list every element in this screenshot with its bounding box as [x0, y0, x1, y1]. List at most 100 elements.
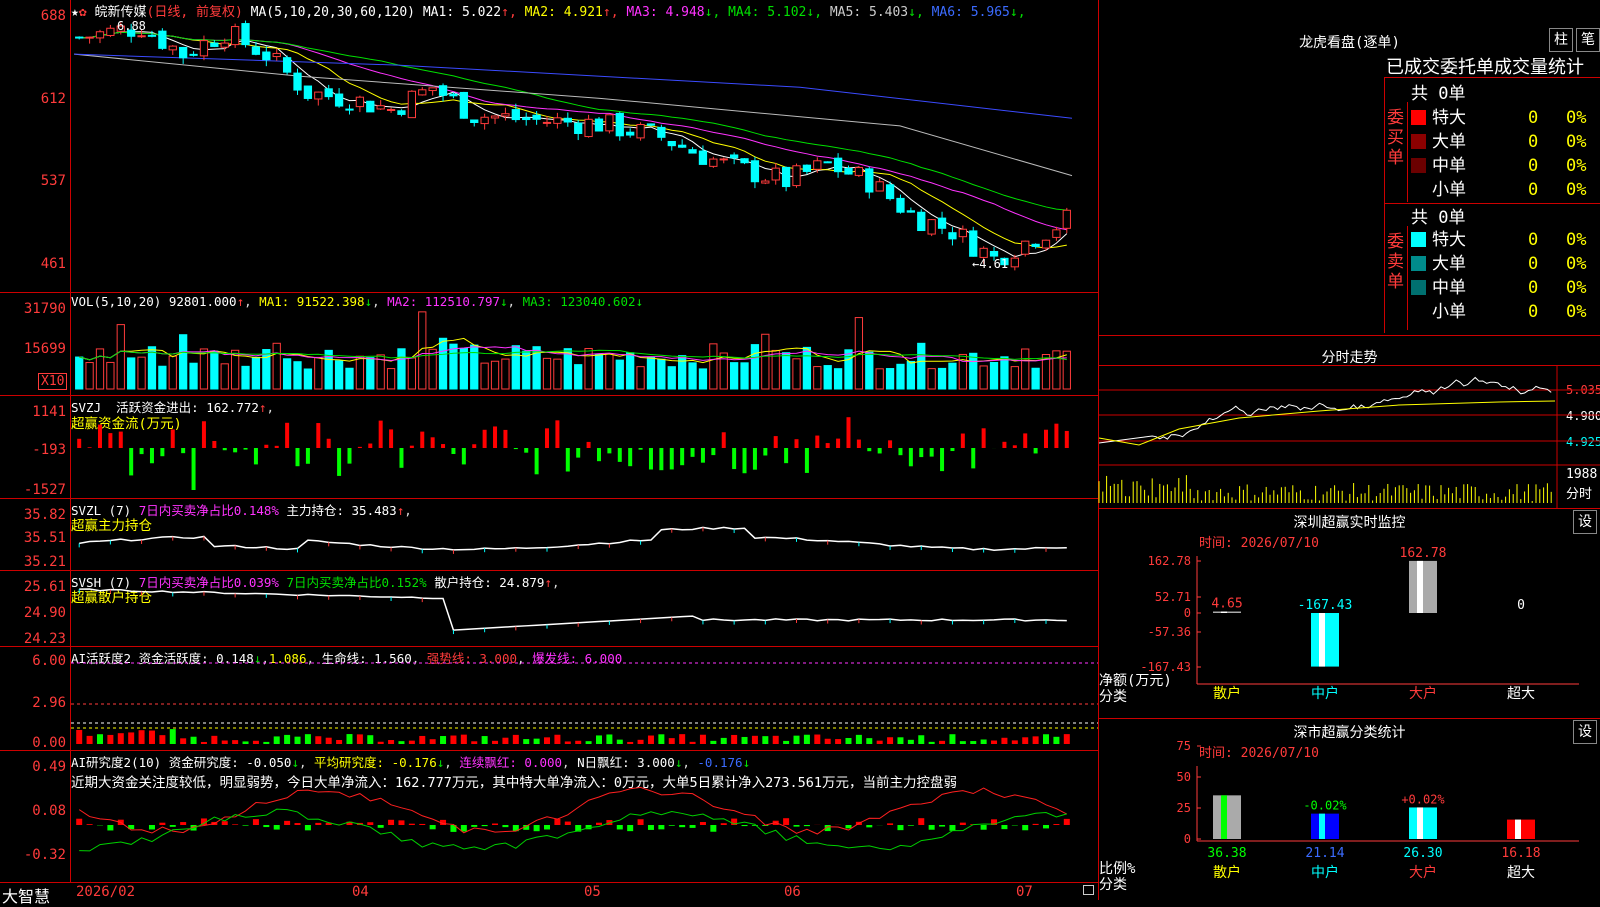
candle-up — [793, 166, 800, 186]
activity-bar — [191, 737, 197, 744]
research-bar — [565, 822, 571, 825]
activity-bar — [1043, 734, 1049, 744]
kline-pane[interactable]: 688 612 537 461 ★✿ 皖新传媒(日线, 前复权) MA(5,10… — [0, 0, 1098, 292]
research-bar — [794, 825, 800, 827]
tick-mode-button[interactable]: 笔 — [1576, 28, 1600, 52]
research-line-red — [79, 787, 1067, 834]
vol-bar-up — [315, 357, 322, 389]
activity-bar — [835, 739, 841, 744]
research-bar — [897, 825, 903, 830]
vol-bar-down — [242, 366, 249, 389]
sz-class-chart[interactable]: 755025036.38散户21.14-0.02%中户26.30+0.02%大户… — [1099, 718, 1600, 900]
research-bar — [960, 823, 966, 825]
activity-bar — [305, 734, 311, 744]
svzj-chart[interactable] — [0, 396, 1098, 499]
svzl-pane[interactable]: 35.82 35.51 35.21 SVZL (7) 7日内买卖净占比0.148… — [0, 498, 1098, 571]
activity-bar — [326, 738, 332, 744]
lhb-row-name: 小单 — [1432, 297, 1528, 322]
candle-down — [252, 47, 259, 54]
lhb-row: 特大00% — [1411, 103, 1586, 127]
bar-category-label: 大户 — [1409, 685, 1437, 702]
svzj-pane[interactable]: 1141 -193 -1527 SVZJ 活跃资金进出: 162.772↑, 超… — [0, 395, 1098, 499]
lock-icon[interactable] — [1083, 885, 1094, 895]
candle-up — [408, 91, 415, 117]
activity-bar — [648, 736, 654, 744]
activity-bar — [159, 735, 165, 744]
bar-y-tick: 75 — [1177, 739, 1191, 753]
research-bar — [690, 825, 696, 828]
lhb-row-pct: 0% — [1566, 156, 1586, 176]
vol-bar-down — [689, 363, 696, 389]
candle-down — [263, 52, 270, 60]
outflow-bar — [233, 448, 237, 452]
inflow-bar — [171, 429, 175, 448]
activity-bar — [586, 741, 592, 744]
lhb-row-name: 中单 — [1432, 273, 1528, 298]
lhb-row-value: 0 — [1528, 254, 1566, 274]
vol-bar-down — [76, 357, 83, 389]
vol-bar-down — [741, 363, 748, 389]
activity-bar — [513, 735, 519, 744]
bar-category-label: 散户 — [1213, 864, 1241, 881]
research-bar — [149, 825, 155, 829]
high-label: 6.88 — [117, 19, 146, 33]
activity-bar — [274, 736, 280, 744]
vol-bar-down — [346, 368, 353, 389]
activity-bar — [960, 741, 966, 744]
activity-bar — [128, 732, 134, 744]
activity-bar — [388, 740, 394, 744]
ai-research-pane[interactable]: 0.49 0.08 -0.32 AI研究度2(10) 资金研究度: -0.050… — [0, 750, 1098, 883]
vol-bar-down — [471, 345, 478, 389]
volume-pane[interactable]: 31790 15699 X10 VOL(5,10,20) 92801.000↑,… — [0, 292, 1098, 396]
kline-chart[interactable]: 6.88←4.61 — [0, 0, 1098, 292]
candle-up — [1022, 241, 1029, 254]
research-bar — [742, 825, 748, 826]
vol-bar-down — [824, 366, 831, 389]
inflow-bar — [119, 432, 123, 448]
ai-activity-chart[interactable] — [0, 647, 1098, 751]
color-swatch — [1411, 280, 1426, 295]
category-bar-highlight — [1417, 807, 1423, 839]
activity-bar — [679, 734, 685, 744]
inflow-bar — [503, 430, 507, 448]
outflow-bar — [337, 448, 341, 476]
activity-bar — [534, 739, 540, 744]
outflow-bar — [399, 448, 403, 468]
research-bar — [981, 825, 987, 830]
research-bar — [388, 820, 394, 825]
outflow-bar — [160, 448, 164, 456]
lhb-bottom-border — [1099, 335, 1600, 336]
inflow-bar — [826, 443, 830, 448]
vol-bar-down — [782, 353, 789, 389]
activity-bar — [690, 742, 696, 744]
ai-activity-pane[interactable]: 6.00 2.96 0.00 AI活跃度2 资金活跃度: 0.148↓,1.08… — [0, 646, 1098, 751]
bar-mode-button[interactable]: 柱 — [1549, 28, 1573, 52]
svsh-pane[interactable]: 25.61 24.90 24.23 SVSH (7) 7日内买卖净占比0.039… — [0, 570, 1098, 647]
inflow-bar — [275, 446, 279, 448]
outflow-bar — [670, 448, 674, 469]
candle-down — [180, 47, 187, 57]
candle-down — [335, 94, 342, 106]
svsh-chart[interactable] — [0, 571, 1098, 647]
research-bar — [315, 823, 321, 825]
vol-bar-down — [450, 344, 457, 389]
outflow-bar — [462, 448, 466, 464]
intraday-chart[interactable] — [1099, 343, 1600, 508]
svzl-chart[interactable] — [0, 499, 1098, 571]
lhb-row-pct: 0% — [1566, 254, 1586, 274]
vol-bar-down — [304, 369, 311, 389]
activity-bar — [253, 741, 259, 744]
research-bar — [648, 825, 654, 830]
volume-chart[interactable] — [0, 293, 1098, 396]
vol-bar-down — [751, 345, 758, 389]
inflow-bar — [431, 437, 435, 448]
vol-bar-up — [814, 367, 821, 389]
intraday-panel[interactable]: 分时走势 5.035 4.980 4.925 1988 分时 — [1099, 343, 1600, 508]
lhb-row-pct: 0% — [1566, 180, 1586, 200]
activity-bar — [1012, 740, 1018, 744]
sz-monitor-chart[interactable]: 162.7852.710-57.36-167.434.65散户-167.43中户… — [1099, 508, 1600, 718]
ai-research-chart[interactable] — [0, 751, 1098, 883]
outflow-bar — [732, 448, 736, 469]
vol-bar-up — [502, 359, 509, 389]
vol-bar-down — [616, 360, 623, 389]
